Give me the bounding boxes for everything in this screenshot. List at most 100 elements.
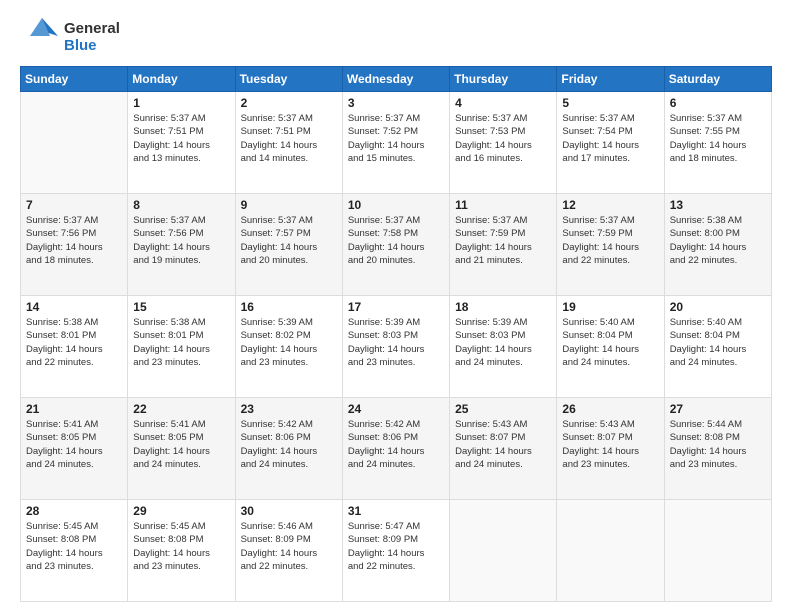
day-number: 3 — [348, 96, 444, 110]
day-number: 12 — [562, 198, 658, 212]
calendar-cell: 10 Sunrise: 5:37 AMSunset: 7:58 PMDayligh… — [342, 194, 449, 296]
logo: GeneralBlue — [20, 16, 120, 58]
day-info: Sunrise: 5:38 AMSunset: 8:01 PMDaylight:… — [133, 316, 229, 369]
day-info: Sunrise: 5:37 AMSunset: 7:53 PMDaylight:… — [455, 112, 551, 165]
day-info: Sunrise: 5:38 AMSunset: 8:00 PMDaylight:… — [670, 214, 766, 267]
day-number: 23 — [241, 402, 337, 416]
day-info: Sunrise: 5:37 AMSunset: 7:51 PMDaylight:… — [241, 112, 337, 165]
day-info: Sunrise: 5:37 AMSunset: 7:51 PMDaylight:… — [133, 112, 229, 165]
day-info: Sunrise: 5:37 AMSunset: 7:56 PMDaylight:… — [133, 214, 229, 267]
day-info: Sunrise: 5:45 AMSunset: 8:08 PMDaylight:… — [133, 520, 229, 573]
calendar-cell: 21 Sunrise: 5:41 AMSunset: 8:05 PMDayligh… — [21, 398, 128, 500]
calendar-table: SundayMondayTuesdayWednesdayThursdayFrid… — [20, 66, 772, 602]
calendar-cell: 27 Sunrise: 5:44 AMSunset: 8:08 PMDayligh… — [664, 398, 771, 500]
day-info: Sunrise: 5:44 AMSunset: 8:08 PMDaylight:… — [670, 418, 766, 471]
day-number: 25 — [455, 402, 551, 416]
day-number: 24 — [348, 402, 444, 416]
calendar-cell: 14 Sunrise: 5:38 AMSunset: 8:01 PMDayligh… — [21, 296, 128, 398]
calendar-cell: 13 Sunrise: 5:38 AMSunset: 8:00 PMDayligh… — [664, 194, 771, 296]
calendar-week-row-5: 28 Sunrise: 5:45 AMSunset: 8:08 PMDayligh… — [21, 500, 772, 602]
day-number: 26 — [562, 402, 658, 416]
calendar-header-row: SundayMondayTuesdayWednesdayThursdayFrid… — [21, 67, 772, 92]
calendar-cell — [450, 500, 557, 602]
day-number: 11 — [455, 198, 551, 212]
calendar-cell: 4 Sunrise: 5:37 AMSunset: 7:53 PMDaylight… — [450, 92, 557, 194]
day-info: Sunrise: 5:43 AMSunset: 8:07 PMDaylight:… — [455, 418, 551, 471]
day-number: 2 — [241, 96, 337, 110]
calendar-cell: 26Sunrise: 5:43 AMSunset: 8:07 PMDayligh… — [557, 398, 664, 500]
calendar-header-saturday: Saturday — [664, 67, 771, 92]
calendar-week-row-2: 7 Sunrise: 5:37 AMSunset: 7:56 PMDaylight… — [21, 194, 772, 296]
calendar-cell: 20 Sunrise: 5:40 AMSunset: 8:04 PMDayligh… — [664, 296, 771, 398]
calendar-cell: 17Sunrise: 5:39 AMSunset: 8:03 PMDayligh… — [342, 296, 449, 398]
day-info: Sunrise: 5:41 AMSunset: 8:05 PMDaylight:… — [26, 418, 122, 471]
calendar-header-tuesday: Tuesday — [235, 67, 342, 92]
calendar-cell: 31 Sunrise: 5:47 AMSunset: 8:09 PMDayligh… — [342, 500, 449, 602]
day-number: 21 — [26, 402, 122, 416]
day-number: 16 — [241, 300, 337, 314]
calendar-header-sunday: Sunday — [21, 67, 128, 92]
day-number: 30 — [241, 504, 337, 518]
calendar-cell: 18Sunrise: 5:39 AMSunset: 8:03 PMDayligh… — [450, 296, 557, 398]
calendar-header-thursday: Thursday — [450, 67, 557, 92]
calendar-cell: 6 Sunrise: 5:37 AMSunset: 7:55 PMDaylight… — [664, 92, 771, 194]
day-number: 6 — [670, 96, 766, 110]
day-number: 10 — [348, 198, 444, 212]
calendar-cell: 5Sunrise: 5:37 AMSunset: 7:54 PMDaylight… — [557, 92, 664, 194]
calendar-cell: 25 Sunrise: 5:43 AMSunset: 8:07 PMDayligh… — [450, 398, 557, 500]
day-number: 18 — [455, 300, 551, 314]
calendar-cell: 9 Sunrise: 5:37 AMSunset: 7:57 PMDaylight… — [235, 194, 342, 296]
day-number: 1 — [133, 96, 229, 110]
day-number: 29 — [133, 504, 229, 518]
day-number: 14 — [26, 300, 122, 314]
day-number: 9 — [241, 198, 337, 212]
day-info: Sunrise: 5:40 AMSunset: 8:04 PMDaylight:… — [562, 316, 658, 369]
calendar-header-monday: Monday — [128, 67, 235, 92]
day-number: 19 — [562, 300, 658, 314]
day-info: Sunrise: 5:37 AMSunset: 7:55 PMDaylight:… — [670, 112, 766, 165]
day-number: 20 — [670, 300, 766, 314]
day-info: Sunrise: 5:46 AMSunset: 8:09 PMDaylight:… — [241, 520, 337, 573]
day-number: 8 — [133, 198, 229, 212]
day-info: Sunrise: 5:42 AMSunset: 8:06 PMDaylight:… — [348, 418, 444, 471]
day-info: Sunrise: 5:37 AMSunset: 7:57 PMDaylight:… — [241, 214, 337, 267]
day-number: 22 — [133, 402, 229, 416]
day-info: Sunrise: 5:45 AMSunset: 8:08 PMDaylight:… — [26, 520, 122, 573]
day-info: Sunrise: 5:38 AMSunset: 8:01 PMDaylight:… — [26, 316, 122, 369]
day-number: 28 — [26, 504, 122, 518]
calendar-cell: 16Sunrise: 5:39 AMSunset: 8:02 PMDayligh… — [235, 296, 342, 398]
day-number: 7 — [26, 198, 122, 212]
day-info: Sunrise: 5:37 AMSunset: 7:54 PMDaylight:… — [562, 112, 658, 165]
calendar-cell: 7Sunrise: 5:37 AMSunset: 7:56 PMDaylight… — [21, 194, 128, 296]
day-number: 13 — [670, 198, 766, 212]
logo-svg — [20, 16, 60, 58]
calendar-cell: 24 Sunrise: 5:42 AMSunset: 8:06 PMDayligh… — [342, 398, 449, 500]
day-number: 27 — [670, 402, 766, 416]
day-info: Sunrise: 5:47 AMSunset: 8:09 PMDaylight:… — [348, 520, 444, 573]
calendar-cell — [21, 92, 128, 194]
day-info: Sunrise: 5:37 AMSunset: 7:58 PMDaylight:… — [348, 214, 444, 267]
day-number: 15 — [133, 300, 229, 314]
calendar-cell: 23 Sunrise: 5:42 AMSunset: 8:06 PMDayligh… — [235, 398, 342, 500]
calendar-week-row-4: 21 Sunrise: 5:41 AMSunset: 8:05 PMDayligh… — [21, 398, 772, 500]
calendar-week-row-1: 1 Sunrise: 5:37 AMSunset: 7:51 PMDaylight… — [21, 92, 772, 194]
calendar-header-friday: Friday — [557, 67, 664, 92]
day-info: Sunrise: 5:41 AMSunset: 8:05 PMDaylight:… — [133, 418, 229, 471]
calendar-cell: 2 Sunrise: 5:37 AMSunset: 7:51 PMDaylight… — [235, 92, 342, 194]
calendar-cell: 30 Sunrise: 5:46 AMSunset: 8:09 PMDayligh… — [235, 500, 342, 602]
day-info: Sunrise: 5:40 AMSunset: 8:04 PMDaylight:… — [670, 316, 766, 369]
calendar-cell: 12Sunrise: 5:37 AMSunset: 7:59 PMDayligh… — [557, 194, 664, 296]
day-number: 31 — [348, 504, 444, 518]
calendar-cell: 3 Sunrise: 5:37 AMSunset: 7:52 PMDaylight… — [342, 92, 449, 194]
day-info: Sunrise: 5:37 AMSunset: 7:52 PMDaylight:… — [348, 112, 444, 165]
logo-blue: Blue — [64, 37, 120, 54]
day-number: 4 — [455, 96, 551, 110]
calendar-cell: 28 Sunrise: 5:45 AMSunset: 8:08 PMDayligh… — [21, 500, 128, 602]
calendar-cell — [664, 500, 771, 602]
day-info: Sunrise: 5:37 AMSunset: 7:59 PMDaylight:… — [455, 214, 551, 267]
calendar-cell: 22 Sunrise: 5:41 AMSunset: 8:05 PMDayligh… — [128, 398, 235, 500]
day-info: Sunrise: 5:42 AMSunset: 8:06 PMDaylight:… — [241, 418, 337, 471]
calendar-cell: 15 Sunrise: 5:38 AMSunset: 8:01 PMDayligh… — [128, 296, 235, 398]
logo-general: General — [64, 20, 120, 37]
calendar-cell — [557, 500, 664, 602]
